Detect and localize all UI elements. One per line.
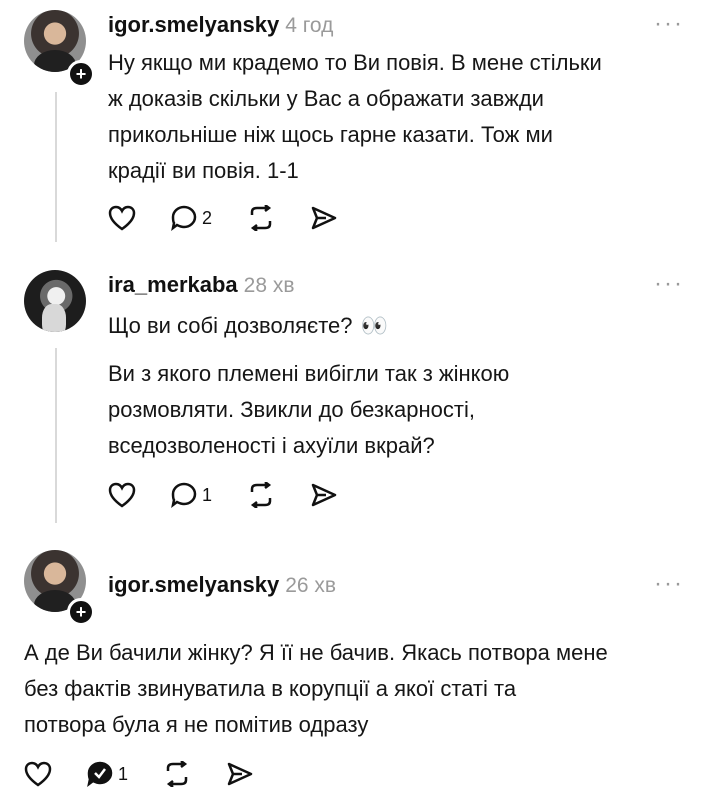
more-options-icon[interactable]: ··· xyxy=(654,570,684,598)
repost-button[interactable] xyxy=(246,482,276,508)
like-button[interactable] xyxy=(24,761,52,787)
comment-icon xyxy=(171,205,197,231)
comment-button[interactable]: 1 xyxy=(170,481,212,509)
action-bar: 1 xyxy=(24,758,288,790)
comment-text: Що ви собі дозволяєте? 👀 xyxy=(108,308,388,344)
repost-button[interactable] xyxy=(162,761,192,787)
repost-icon xyxy=(166,761,188,787)
share-icon xyxy=(311,483,337,507)
heart-icon xyxy=(24,761,52,787)
reply-count: 2 xyxy=(202,207,213,228)
more-options-icon[interactable]: ··· xyxy=(654,10,684,38)
repost-button[interactable] xyxy=(246,205,276,231)
timestamp: 26 хв xyxy=(285,574,337,597)
plus-icon[interactable]: + xyxy=(67,60,95,88)
share-icon xyxy=(227,762,253,786)
plus-icon[interactable]: + xyxy=(67,598,95,626)
heart-icon xyxy=(108,205,136,231)
comment-button[interactable]: 1 xyxy=(86,760,128,788)
more-options-icon[interactable]: ··· xyxy=(654,270,684,298)
heart-icon xyxy=(108,482,136,508)
repost-icon xyxy=(250,482,272,508)
share-button[interactable] xyxy=(310,205,338,231)
username[interactable]: igor.smelyansky 26 хв xyxy=(108,572,336,598)
thread-line xyxy=(55,92,57,242)
comment-text-body: Ви з якого племені вибігли так з жінкою … xyxy=(108,361,510,458)
action-bar: 2 xyxy=(108,202,372,234)
thread-line xyxy=(55,348,57,523)
comment-text: А де Ви бачили жінку? Я її не бачив. Яка… xyxy=(24,640,608,737)
reply-count: 1 xyxy=(118,763,129,784)
share-button[interactable] xyxy=(226,761,254,787)
comment-icon xyxy=(171,482,197,508)
comment-text: Ну якщо ми крадемо то Ви повія. В мене с… xyxy=(108,50,602,183)
eyes-emoji: 👀 xyxy=(360,313,388,338)
like-button[interactable] xyxy=(108,205,136,231)
timestamp: 28 хв xyxy=(243,274,295,297)
verified-comment-icon xyxy=(87,761,113,787)
repost-icon xyxy=(250,205,272,231)
username[interactable]: ira_merkaba 28 хв xyxy=(108,272,295,298)
share-button[interactable] xyxy=(310,482,338,508)
comment-3: + igor.smelyansky 26 хв ··· А де Ви бачил… xyxy=(0,540,706,800)
comment-1: + igor.smelyansky 4 год ··· Ну якщо ми кр… xyxy=(0,0,706,255)
comment-2: ira_merkaba 28 хв ··· Що ви собі дозволяє… xyxy=(0,258,706,538)
share-icon xyxy=(311,206,337,230)
comment-button[interactable]: 2 xyxy=(170,204,212,232)
like-button[interactable] xyxy=(108,482,136,508)
reply-count: 1 xyxy=(202,484,213,505)
action-bar: 1 xyxy=(108,479,372,511)
timestamp: 4 год xyxy=(285,14,334,37)
avatar[interactable] xyxy=(24,270,86,332)
username[interactable]: igor.smelyansky 4 год xyxy=(108,12,333,38)
